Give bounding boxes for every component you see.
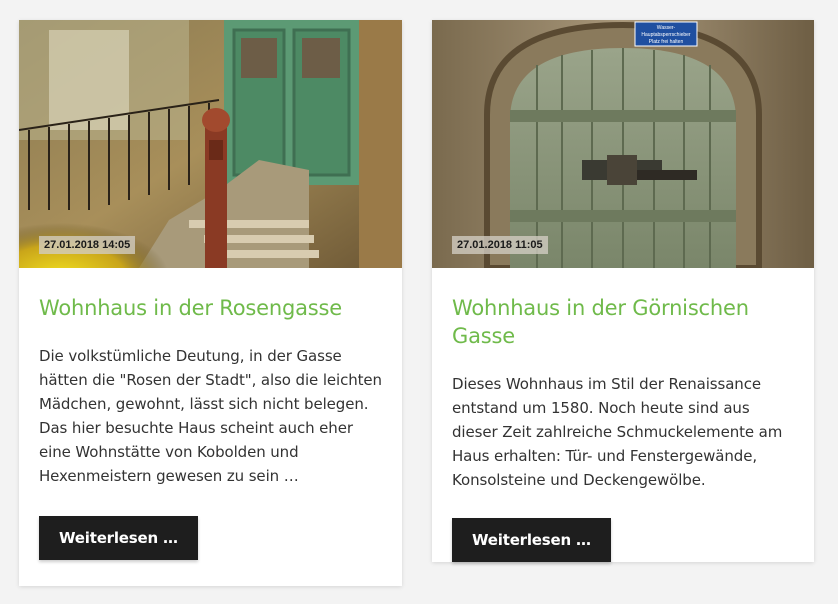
post-image-door[interactable]: Wasser- Hauptabsperrschieber Platz frei … — [432, 20, 814, 268]
door-sign-line2: Hauptabsperrschieber — [641, 32, 691, 38]
post-card-body: Wohnhaus in der Görnischen Gasse Dieses … — [432, 268, 814, 562]
door-sign-line1: Wasser- — [657, 25, 676, 31]
post-excerpt: Die volkstümliche Deutung, in der Gasse … — [39, 347, 382, 485]
post-date-badge: 27.01.2018 14:05 — [39, 236, 136, 254]
post-card: Wasser- Hauptabsperrschieber Platz frei … — [432, 20, 814, 562]
post-grid: 27.01.2018 14:05 Wohnhaus in der Rosenga… — [0, 0, 838, 604]
read-more-button[interactable]: Weiterlesen … — [39, 516, 198, 560]
post-title[interactable]: Wohnhaus in der Görnischen Gasse — [452, 294, 794, 350]
door-sign-line3: Platz frei halten — [649, 39, 684, 45]
post-card-body: Wohnhaus in der Rosengasse Die volkstüml… — [19, 268, 402, 560]
post-card: 27.01.2018 14:05 Wohnhaus in der Rosenga… — [19, 20, 402, 586]
post-title[interactable]: Wohnhaus in der Rosengasse — [39, 294, 382, 322]
post-date-badge: 27.01.2018 11:05 — [452, 236, 548, 254]
door-photo: Wasser- Hauptabsperrschieber Platz frei … — [432, 20, 814, 268]
post-excerpt: Dieses Wohnhaus im Stil der Renaissance … — [452, 375, 783, 489]
read-more-button[interactable]: Weiterlesen … — [452, 518, 611, 562]
post-image-staircase[interactable]: 27.01.2018 14:05 — [19, 20, 402, 268]
staircase-photo — [19, 20, 402, 268]
